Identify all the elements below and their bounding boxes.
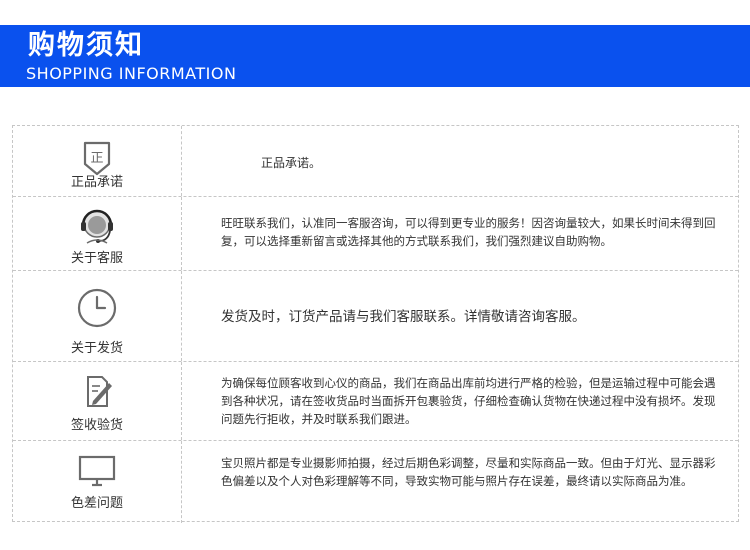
row-description: 发货及时，订货产品请与我们客服联系。详情敬请咨询客服。 [221,309,586,325]
row-label: 色差问题 [70,496,123,511]
info-row-color-difference: 色差问题 宝贝照片都是专业摄影师拍摄，经过后期色彩调整，尽量和实际商品一致。但由… [13,441,738,523]
shield-badge-text: 正 [90,151,103,166]
monitor-icon [74,448,120,494]
customer-service-headset-icon [74,203,120,249]
page-title: 购物须知 [28,30,144,61]
row-description: 宝贝照片都是专业摄影师拍摄，经过后期色彩调整，尽量和实际商品一致。但由于灯光、显… [221,456,716,488]
info-row-inspection: 签收验货 为确保每位顾客收到心仪的商品，我们在商品出库前均进行严格的检验，但是运… [13,362,738,441]
info-row-service: 关于客服 旺旺联系我们，认准同一客服咨询，可以得到更专业的服务！因咨询量较大，如… [13,197,738,271]
page-subtitle: SHOPPING INFORMATION [26,64,237,83]
row-description: 为确保每位顾客收到心仪的商品，我们在商品出库前均进行严格的检验，但是运输过程中可… [221,376,716,426]
row-description: 旺旺联系我们，认准同一客服咨询，可以得到更专业的服务！因咨询量较大，如果长时间未… [221,216,716,248]
row-label: 关于发货 [70,341,123,356]
row-label: 关于客服 [70,251,123,266]
row-label: 签收验货 [70,418,123,433]
icon-cell: 色差问题 [13,441,182,523]
icon-cell: 关于客服 [13,197,182,270]
document-sign-icon [74,368,120,414]
info-row-authentic: 正 正品承诺 正品承诺。 [13,126,738,197]
header-banner: 购物须知 SHOPPING INFORMATION [0,25,750,87]
info-table: 正 正品承诺 正品承诺。 关于客服 旺旺联系我们，认准同一客服咨询，可以得到更专… [12,125,739,523]
info-row-shipping: 关于发货 发货及时，订货产品请与我们客服联系。详情敬请咨询客服。 [13,271,738,362]
icon-cell: 关于发货 [13,271,182,361]
icon-cell: 正 正品承诺 [13,126,182,196]
icon-cell: 签收验货 [13,362,182,440]
row-description: 正品承诺。 [261,156,322,170]
clock-icon [74,285,120,331]
row-label: 正品承诺 [70,175,123,190]
